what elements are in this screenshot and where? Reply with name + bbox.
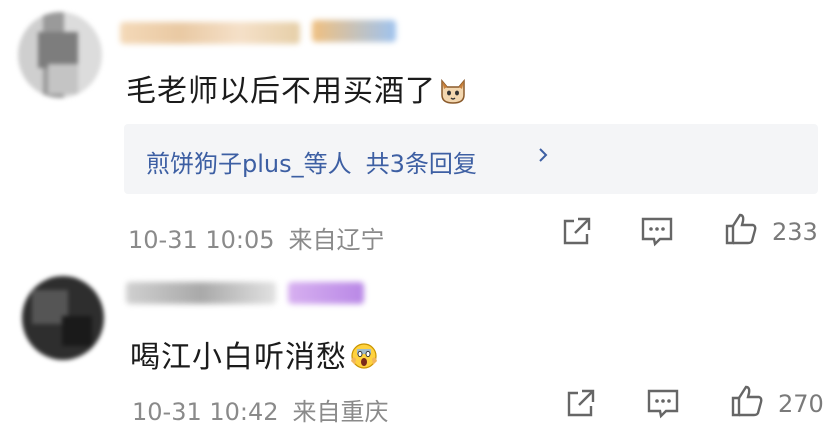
chevron-right-icon [539, 148, 548, 162]
comment-text-content: 喝江小白听消愁 [130, 340, 347, 375]
replies-summary[interactable]: 煎饼狗子plus_等人 共3条回复 [146, 144, 477, 179]
thumbs-up-icon[interactable] [724, 212, 758, 246]
comment-icon[interactable] [640, 214, 674, 248]
thumbs-up-icon[interactable] [730, 384, 764, 418]
share-icon[interactable] [564, 386, 598, 420]
comment-time: 10-31 10:05 [128, 226, 275, 254]
username-blurred[interactable] [120, 22, 300, 44]
avatar-pixel [62, 316, 92, 346]
like-count: 270 [778, 390, 824, 418]
comment-icon[interactable] [646, 386, 680, 420]
comment-item: 喝江小白听消愁 10-31 10:42 来自重庆 270 [0, 268, 833, 434]
avatar-pixel [38, 32, 78, 68]
replies-panel[interactable]: 煎饼狗子plus_等人 共3条回复 [124, 124, 818, 194]
avatar[interactable] [18, 12, 102, 98]
screaming-face-icon [351, 343, 377, 369]
replies-count: 共3条回复 [365, 150, 477, 178]
comment-meta: 10-31 10:05 来自辽宁 [128, 220, 385, 255]
cat-face-icon [441, 78, 465, 104]
comment-item: 毛老师以后不用买酒了 煎饼狗子plus_等人 共3条回复 10-31 10:05 来… [0, 0, 833, 265]
comment-location: 来自重庆 [292, 398, 389, 426]
avatar[interactable] [22, 276, 104, 360]
username-blurred[interactable] [126, 282, 276, 304]
share-icon[interactable] [560, 214, 594, 248]
comment-text-content: 毛老师以后不用买酒了 [126, 74, 436, 109]
comment-meta: 10-31 10:42 来自重庆 [132, 392, 389, 427]
avatar-pixel [48, 64, 78, 94]
comment-text: 喝江小白听消愁 [130, 332, 379, 376]
user-badge-blurred [312, 20, 396, 42]
like-count: 233 [772, 218, 818, 246]
comment-location: 来自辽宁 [288, 226, 385, 254]
replies-names: 煎饼狗子plus_等人 [146, 150, 352, 178]
comment-time: 10-31 10:42 [132, 398, 279, 426]
user-badge-blurred [288, 282, 364, 304]
comment-text: 毛老师以后不用买酒了 [126, 66, 468, 110]
